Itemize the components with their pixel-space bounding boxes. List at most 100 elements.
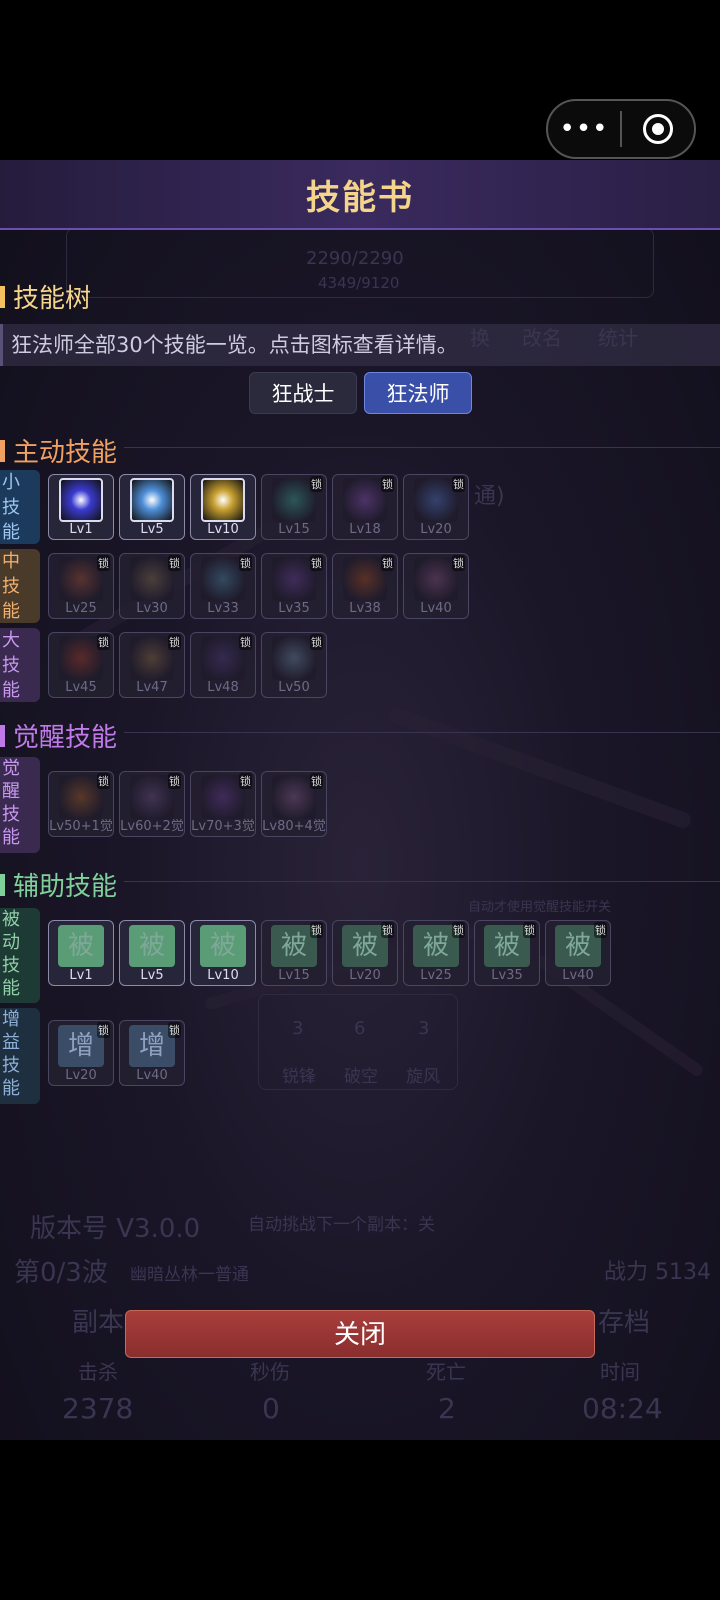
skill-slot-small[interactable]: Lv1 [48, 474, 114, 540]
lock-badge: 锁 [381, 922, 394, 938]
skill-level-label: Lv20 [420, 522, 452, 537]
skill-tree-heading: 技能树 [0, 278, 91, 315]
bg-power: 战力 5134 [604, 1260, 711, 1285]
skill-slot-medium[interactable]: Lv38 锁 [332, 553, 398, 619]
dialog-title: 技能书 [306, 177, 414, 218]
section-divider [124, 881, 720, 882]
skill-level-label: Lv25 [420, 968, 452, 983]
skill-level-label: Lv5 [140, 968, 164, 983]
lock-badge: 锁 [310, 476, 323, 492]
bg-stat-value: 2 [438, 1392, 456, 1425]
bg-stat-value: 2378 [62, 1392, 134, 1425]
skill-level-label: Lv1 [69, 522, 93, 537]
skill-slot-medium[interactable]: Lv33 锁 [190, 553, 256, 619]
passive-skill-icon: 被 [200, 925, 246, 967]
close-button[interactable]: 关闭 [125, 1310, 595, 1358]
lock-badge: 锁 [452, 922, 465, 938]
skill-slot-small[interactable]: Lv20 锁 [403, 474, 469, 540]
skill-slot-large[interactable]: Lv45 锁 [48, 632, 114, 698]
skill-slot-awaken[interactable]: Lv80+4觉 锁 [261, 771, 327, 837]
lock-badge: 锁 [523, 922, 536, 938]
skill-slot-small[interactable]: Lv5 [119, 474, 185, 540]
bg-stat-value: 08:24 [582, 1392, 663, 1425]
skill-slot-passive[interactable]: 被 Lv10 [190, 920, 256, 986]
skill-level-label: Lv10 [207, 522, 239, 537]
lightning-icon [201, 478, 245, 522]
skill-level-label: Lv47 [136, 680, 168, 695]
skill-slot-large[interactable]: Lv47 锁 [119, 632, 185, 698]
skill-level-label: Lv45 [65, 680, 97, 695]
skill-level-label: Lv5 [140, 522, 164, 537]
section-divider [124, 447, 720, 448]
passive-skill-icon: 被 [58, 925, 104, 967]
skill-slot-large[interactable]: Lv48 锁 [190, 632, 256, 698]
skill-slot-medium[interactable]: Lv30 锁 [119, 553, 185, 619]
bg-awaken-switch: 自动才使用觉醒技能开关 [468, 900, 612, 915]
skill-level-label: Lv10 [207, 968, 239, 983]
skill-level-label: Lv35 [491, 968, 523, 983]
skill-level-label: Lv18 [349, 522, 381, 537]
skill-level-label: Lv25 [65, 601, 97, 616]
skill-level-label: Lv33 [207, 601, 239, 616]
skill-slot-passive[interactable]: 被 Lv40 锁 [545, 920, 611, 986]
skill-slot-large[interactable]: Lv50 锁 [261, 632, 327, 698]
skill-slot-passive[interactable]: 被 Lv5 [119, 920, 185, 986]
skill-slot-medium[interactable]: Lv40 锁 [403, 553, 469, 619]
tab-mage[interactable]: 狂法师 [364, 372, 472, 414]
skill-tree-title: 技能树 [13, 284, 92, 314]
lock-badge: 锁 [168, 1022, 181, 1038]
row-label-medium: 中 技 能 [0, 549, 40, 623]
bg-stat-label: 死亡 [426, 1360, 466, 1384]
lock-badge: 锁 [310, 922, 323, 938]
bg-stat-label: 击杀 [78, 1360, 118, 1384]
lock-badge: 锁 [97, 773, 110, 789]
close-miniprogram-button[interactable] [622, 114, 694, 144]
tab-berserker[interactable]: 狂战士 [249, 372, 357, 414]
skill-slot-medium[interactable]: Lv35 锁 [261, 553, 327, 619]
bg-auto-challenge: 自动挑战下一个副本：关 [248, 1215, 435, 1235]
lock-badge: 锁 [381, 555, 394, 571]
lock-badge: 锁 [168, 773, 181, 789]
bg-mini-skill-count: 6 [354, 1018, 366, 1039]
skill-slot-small[interactable]: Lv15 锁 [261, 474, 327, 540]
bottom-area [0, 1440, 720, 1600]
skill-slot-awaken[interactable]: Lv60+2觉 锁 [119, 771, 185, 837]
skill-slot-passive[interactable]: 被 Lv1 [48, 920, 114, 986]
skill-level-label: Lv38 [349, 601, 381, 616]
bg-version: 版本号 V3.0.0 [30, 1214, 201, 1244]
more-menu-button[interactable]: ••• [548, 101, 620, 157]
skill-level-label: Lv1 [69, 968, 93, 983]
skill-level-label: Lv80+4觉 [262, 819, 326, 834]
bg-dungeon-hint: 通) [474, 484, 505, 509]
skill-level-label: Lv40 [562, 968, 594, 983]
skill-level-label: Lv35 [278, 601, 310, 616]
dialog-header: 技能书 [0, 160, 720, 230]
skill-level-label: Lv40 [136, 1068, 168, 1083]
row-label-large: 大 技 能 [0, 628, 40, 702]
skill-slot-buff[interactable]: 增 Lv40 锁 [119, 1020, 185, 1086]
lock-badge: 锁 [381, 476, 394, 492]
skill-slot-awaken[interactable]: Lv50+1觉 锁 [48, 771, 114, 837]
skill-slot-small[interactable]: Lv18 锁 [332, 474, 398, 540]
bg-mini-skill-name: 旋风 [406, 1067, 440, 1087]
lock-badge: 锁 [97, 555, 110, 571]
bg-stat-label: 时间 [600, 1360, 640, 1384]
skill-slot-passive[interactable]: 被 Lv25 锁 [403, 920, 469, 986]
skill-slot-awaken[interactable]: Lv70+3觉 锁 [190, 771, 256, 837]
skill-level-label: Lv40 [420, 601, 452, 616]
bg-mini-skill-name: 锐锋 [282, 1067, 316, 1087]
skill-level-label: Lv30 [136, 601, 168, 616]
blue-claw-icon [59, 478, 103, 522]
lock-badge: 锁 [310, 773, 323, 789]
skill-slot-buff[interactable]: 增 Lv20 锁 [48, 1020, 114, 1086]
skill-slot-medium[interactable]: Lv25 锁 [48, 553, 114, 619]
skill-slot-small[interactable]: Lv10 [190, 474, 256, 540]
skill-slot-passive[interactable]: 被 Lv20 锁 [332, 920, 398, 986]
support-skills-title: 辅助技能 [13, 872, 118, 902]
skill-slot-passive[interactable]: 被 Lv15 锁 [261, 920, 327, 986]
bg-button: 副本 [72, 1308, 125, 1338]
skill-level-label: Lv60+2觉 [120, 819, 184, 834]
skill-slot-passive[interactable]: 被 Lv35 锁 [474, 920, 540, 986]
bg-wave: 第0/3波 [14, 1258, 108, 1288]
skill-level-label: Lv50+1觉 [49, 819, 113, 834]
